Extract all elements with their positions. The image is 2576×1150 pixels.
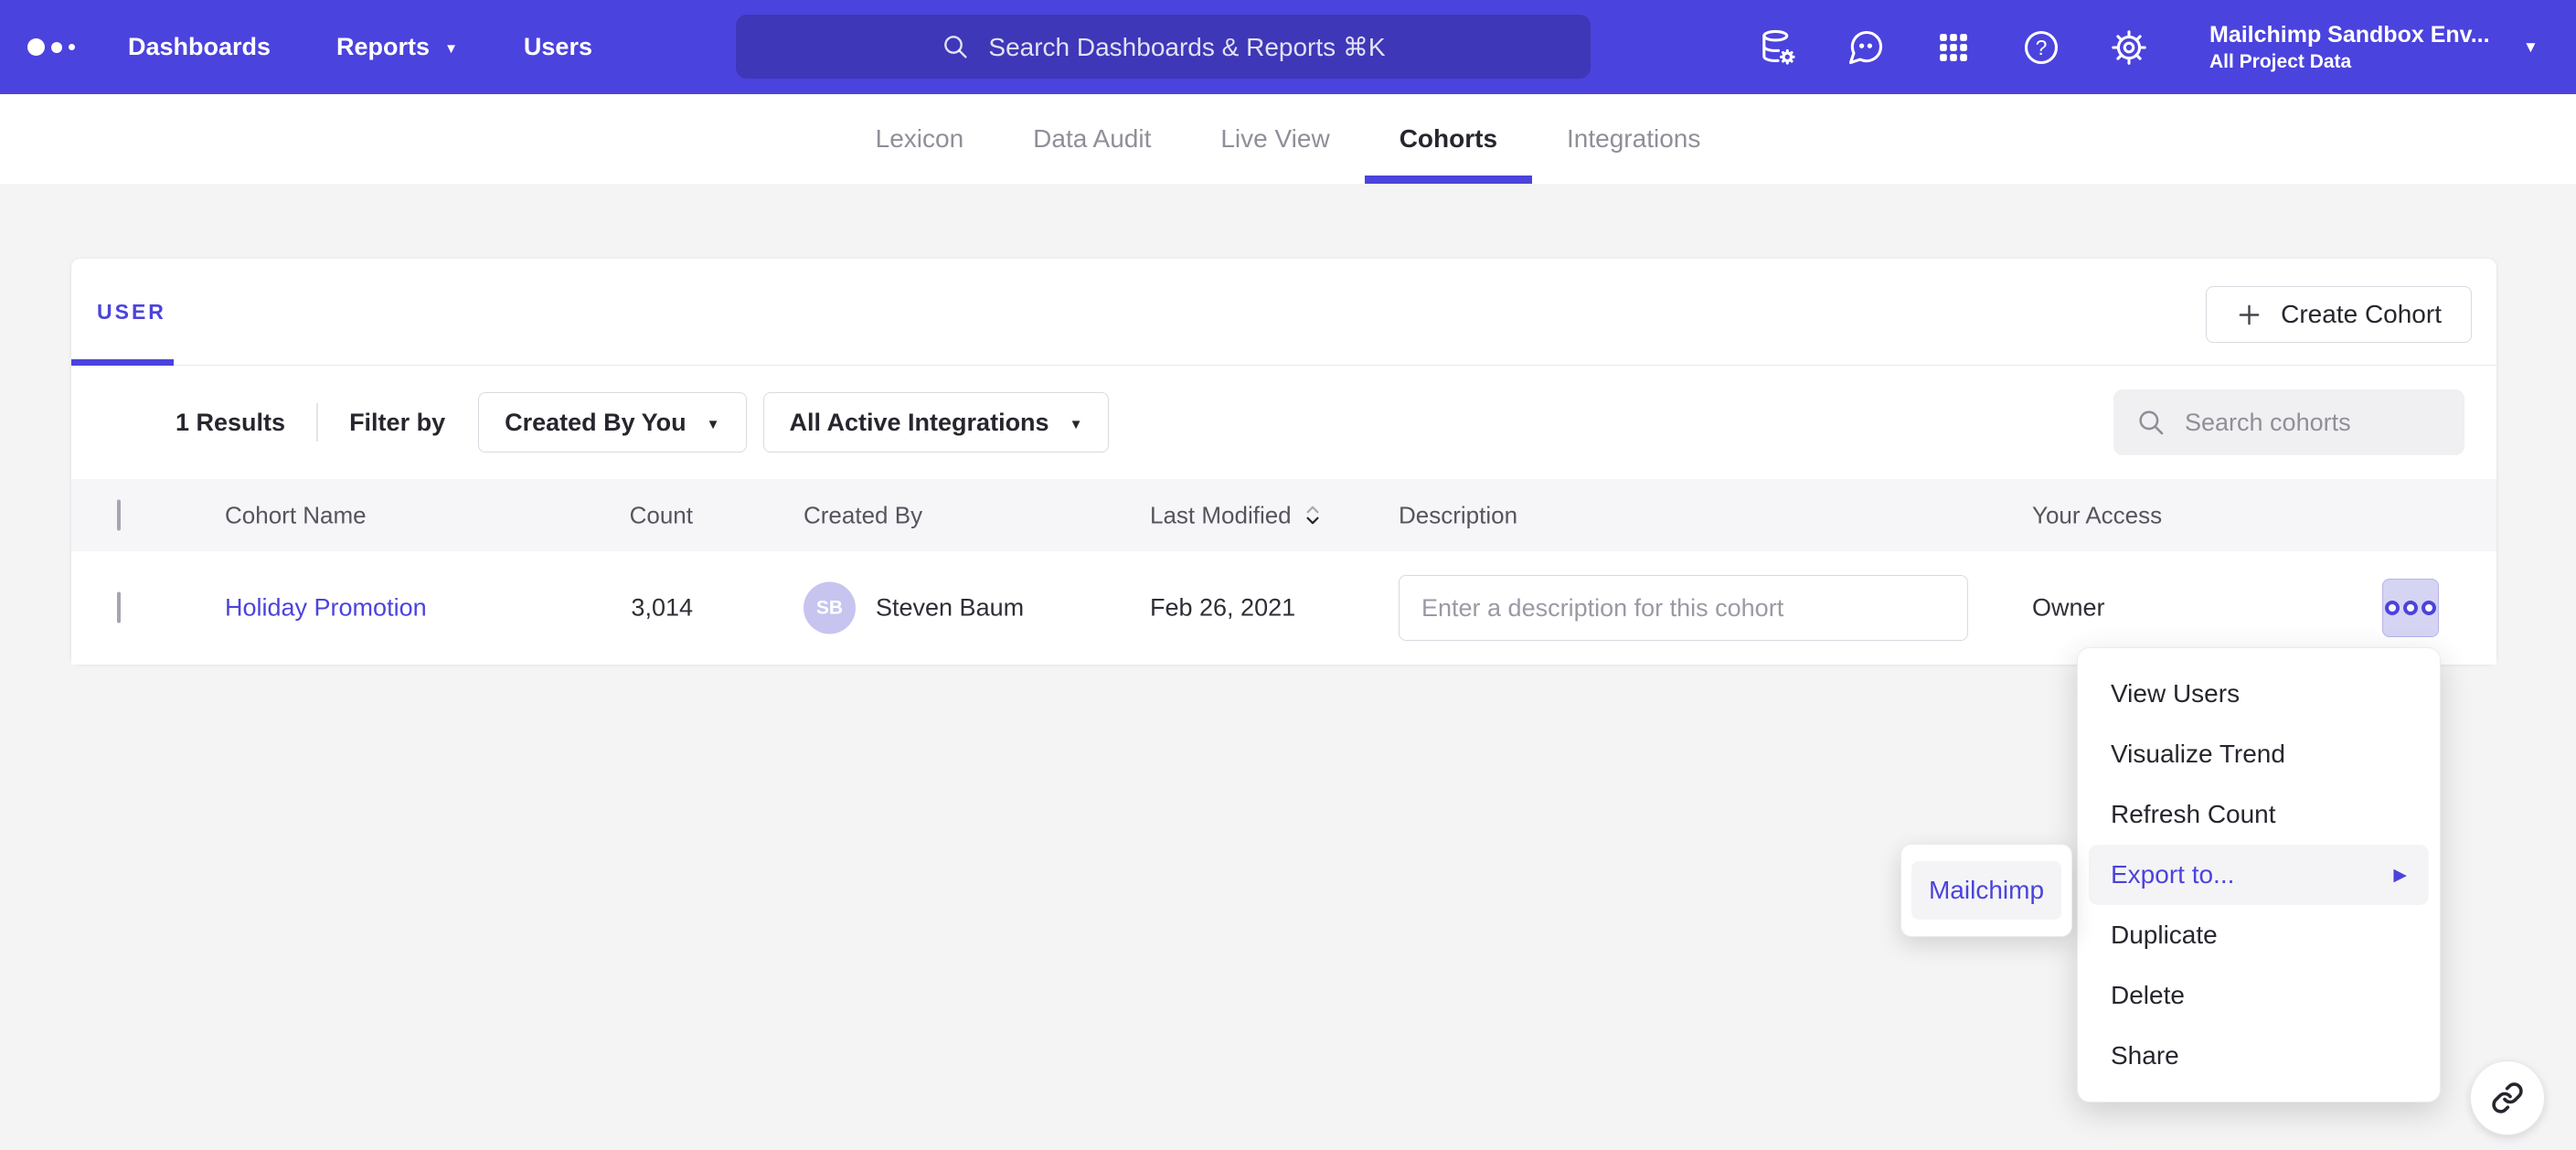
chevron-down-icon: ▼	[1070, 418, 1083, 431]
cohorts-card: USER Create Cohort 1 Results Filter by C…	[71, 259, 2496, 664]
feedback-icon[interactable]	[1845, 27, 1887, 69]
cohort-name-link[interactable]: Holiday Promotion	[225, 594, 427, 622]
apps-grid-icon[interactable]	[1932, 27, 1975, 69]
menu-item-refresh-count[interactable]: Refresh Count	[2078, 784, 2440, 845]
column-header-created-by[interactable]: Created By	[804, 501, 922, 529]
column-header-count[interactable]: Count	[565, 501, 693, 529]
chevron-down-icon: ▼	[444, 42, 458, 56]
gear-glyph	[2109, 27, 2149, 68]
tab-lexicon[interactable]: Lexicon	[841, 94, 999, 184]
nav-users-label: Users	[524, 33, 592, 61]
select-all-checkbox[interactable]	[117, 499, 121, 530]
link-icon	[2491, 1081, 2524, 1114]
filter-toolbar: 1 Results Filter by Created By You ▼ All…	[71, 366, 2496, 479]
project-name: Mailchimp Sandbox Env...	[2209, 20, 2490, 50]
submenu-item-mailchimp[interactable]: Mailchimp	[1911, 861, 2061, 920]
nav-users[interactable]: Users	[524, 33, 592, 61]
integrations-filter-dropdown[interactable]: All Active Integrations ▼	[763, 392, 1110, 453]
description-input[interactable]	[1399, 575, 1968, 641]
divider	[316, 403, 318, 442]
dot	[2422, 601, 2436, 615]
integrations-filter-value: All Active Integrations	[790, 409, 1049, 437]
search-icon	[941, 32, 970, 61]
search-icon	[2135, 407, 2166, 438]
filter-by-label: Filter by	[349, 409, 445, 437]
project-switcher[interactable]: Mailchimp Sandbox Env... All Project Dat…	[2209, 0, 2490, 94]
last-modified-label: Last Modified	[1150, 501, 1292, 529]
svg-text:?: ?	[2036, 35, 2048, 59]
data-management-icon[interactable]	[1757, 27, 1799, 69]
table-header-row: Cohort Name Count Created By Last Modifi…	[71, 479, 2496, 551]
create-cohort-label: Create Cohort	[2281, 300, 2442, 329]
project-switcher-text: Mailchimp Sandbox Env... All Project Dat…	[2209, 20, 2490, 75]
nav-reports[interactable]: Reports ▼	[336, 33, 458, 61]
created-by-filter-dropdown[interactable]: Created By You ▼	[478, 392, 746, 453]
global-search-placeholder: Search Dashboards & Reports ⌘K	[988, 32, 1385, 62]
menu-item-duplicate[interactable]: Duplicate	[2078, 905, 2440, 965]
plus-icon	[2236, 302, 2262, 328]
grid-glyph	[1934, 28, 1973, 67]
chat-bubble-glyph	[1846, 27, 1886, 68]
export-to-label: Export to...	[2111, 860, 2234, 889]
nav-dashboards-label: Dashboards	[128, 33, 271, 61]
row-actions-button[interactable]	[2382, 579, 2439, 637]
row-checkbox[interactable]	[117, 592, 121, 623]
avatar: SB	[804, 582, 856, 634]
logo-dot	[69, 44, 75, 50]
logo-dot	[51, 42, 62, 53]
column-header-description: Description	[1399, 501, 1517, 529]
nav-dashboards[interactable]: Dashboards	[128, 33, 271, 61]
help-icon[interactable]: ?	[2020, 27, 2062, 69]
column-header-last-modified[interactable]: Last Modified	[1150, 501, 1325, 529]
menu-item-export-to[interactable]: Export to... ▶	[2089, 845, 2429, 905]
access-level: Owner	[2032, 594, 2105, 623]
creator-name: Steven Baum	[876, 594, 1024, 623]
sort-icon	[1301, 502, 1325, 529]
menu-item-visualize-trend[interactable]: Visualize Trend	[2078, 724, 2440, 784]
cohort-search	[2113, 389, 2464, 455]
last-modified-date: Feb 26, 2021	[1150, 594, 1295, 623]
dot	[2403, 601, 2418, 615]
project-chevron-down-icon[interactable]: ▼	[2523, 0, 2539, 94]
tab-user-cohorts[interactable]: USER	[71, 259, 194, 365]
create-cohort-button[interactable]: Create Cohort	[2206, 286, 2472, 343]
cohort-search-input[interactable]	[2183, 408, 2406, 438]
cohort-count: 3,014	[565, 594, 693, 623]
mixpanel-logo-icon[interactable]	[27, 0, 75, 94]
tab-integrations[interactable]: Integrations	[1532, 94, 1735, 184]
settings-icon[interactable]	[2108, 27, 2150, 69]
question-mark-glyph: ?	[2021, 27, 2061, 68]
project-scope: All Project Data	[2209, 49, 2490, 74]
topbar: Dashboards Reports ▼ Users Search Dashbo…	[0, 0, 2576, 94]
logo-dot	[27, 38, 45, 56]
export-submenu: Mailchimp	[1900, 844, 2072, 937]
chevron-down-icon: ▼	[707, 418, 720, 431]
created-by-filter-value: Created By You	[505, 409, 687, 437]
nav-reports-label: Reports	[336, 33, 430, 61]
menu-item-view-users[interactable]: View Users	[2078, 664, 2440, 724]
dot	[2385, 601, 2400, 615]
global-search-input[interactable]: Search Dashboards & Reports ⌘K	[736, 15, 1591, 79]
tab-cohorts[interactable]: Cohorts	[1365, 94, 1532, 184]
app-root: Dashboards Reports ▼ Users Search Dashbo…	[0, 0, 2576, 1150]
top-navigation: Dashboards Reports ▼ Users	[128, 0, 592, 94]
copy-link-button[interactable]	[2470, 1060, 2545, 1135]
menu-item-delete[interactable]: Delete	[2078, 965, 2440, 1026]
tab-data-audit[interactable]: Data Audit	[998, 94, 1186, 184]
menu-item-share[interactable]: Share	[2078, 1026, 2440, 1086]
row-actions-menu: View Users Visualize Trend Refresh Count…	[2077, 647, 2441, 1102]
data-management-subnav: Lexicon Data Audit Live View Cohorts Int…	[0, 94, 2576, 184]
results-count: 1 Results	[176, 409, 285, 437]
column-header-cohort-name[interactable]: Cohort Name	[225, 501, 367, 529]
cohort-type-tabs: USER Create Cohort	[71, 259, 2496, 366]
database-gear-glyph	[1758, 27, 1798, 68]
submenu-arrow-icon: ▶	[2393, 865, 2407, 886]
topbar-icon-group: ?	[1757, 0, 2150, 94]
column-header-your-access: Your Access	[2032, 501, 2162, 529]
tab-live-view[interactable]: Live View	[1186, 94, 1364, 184]
